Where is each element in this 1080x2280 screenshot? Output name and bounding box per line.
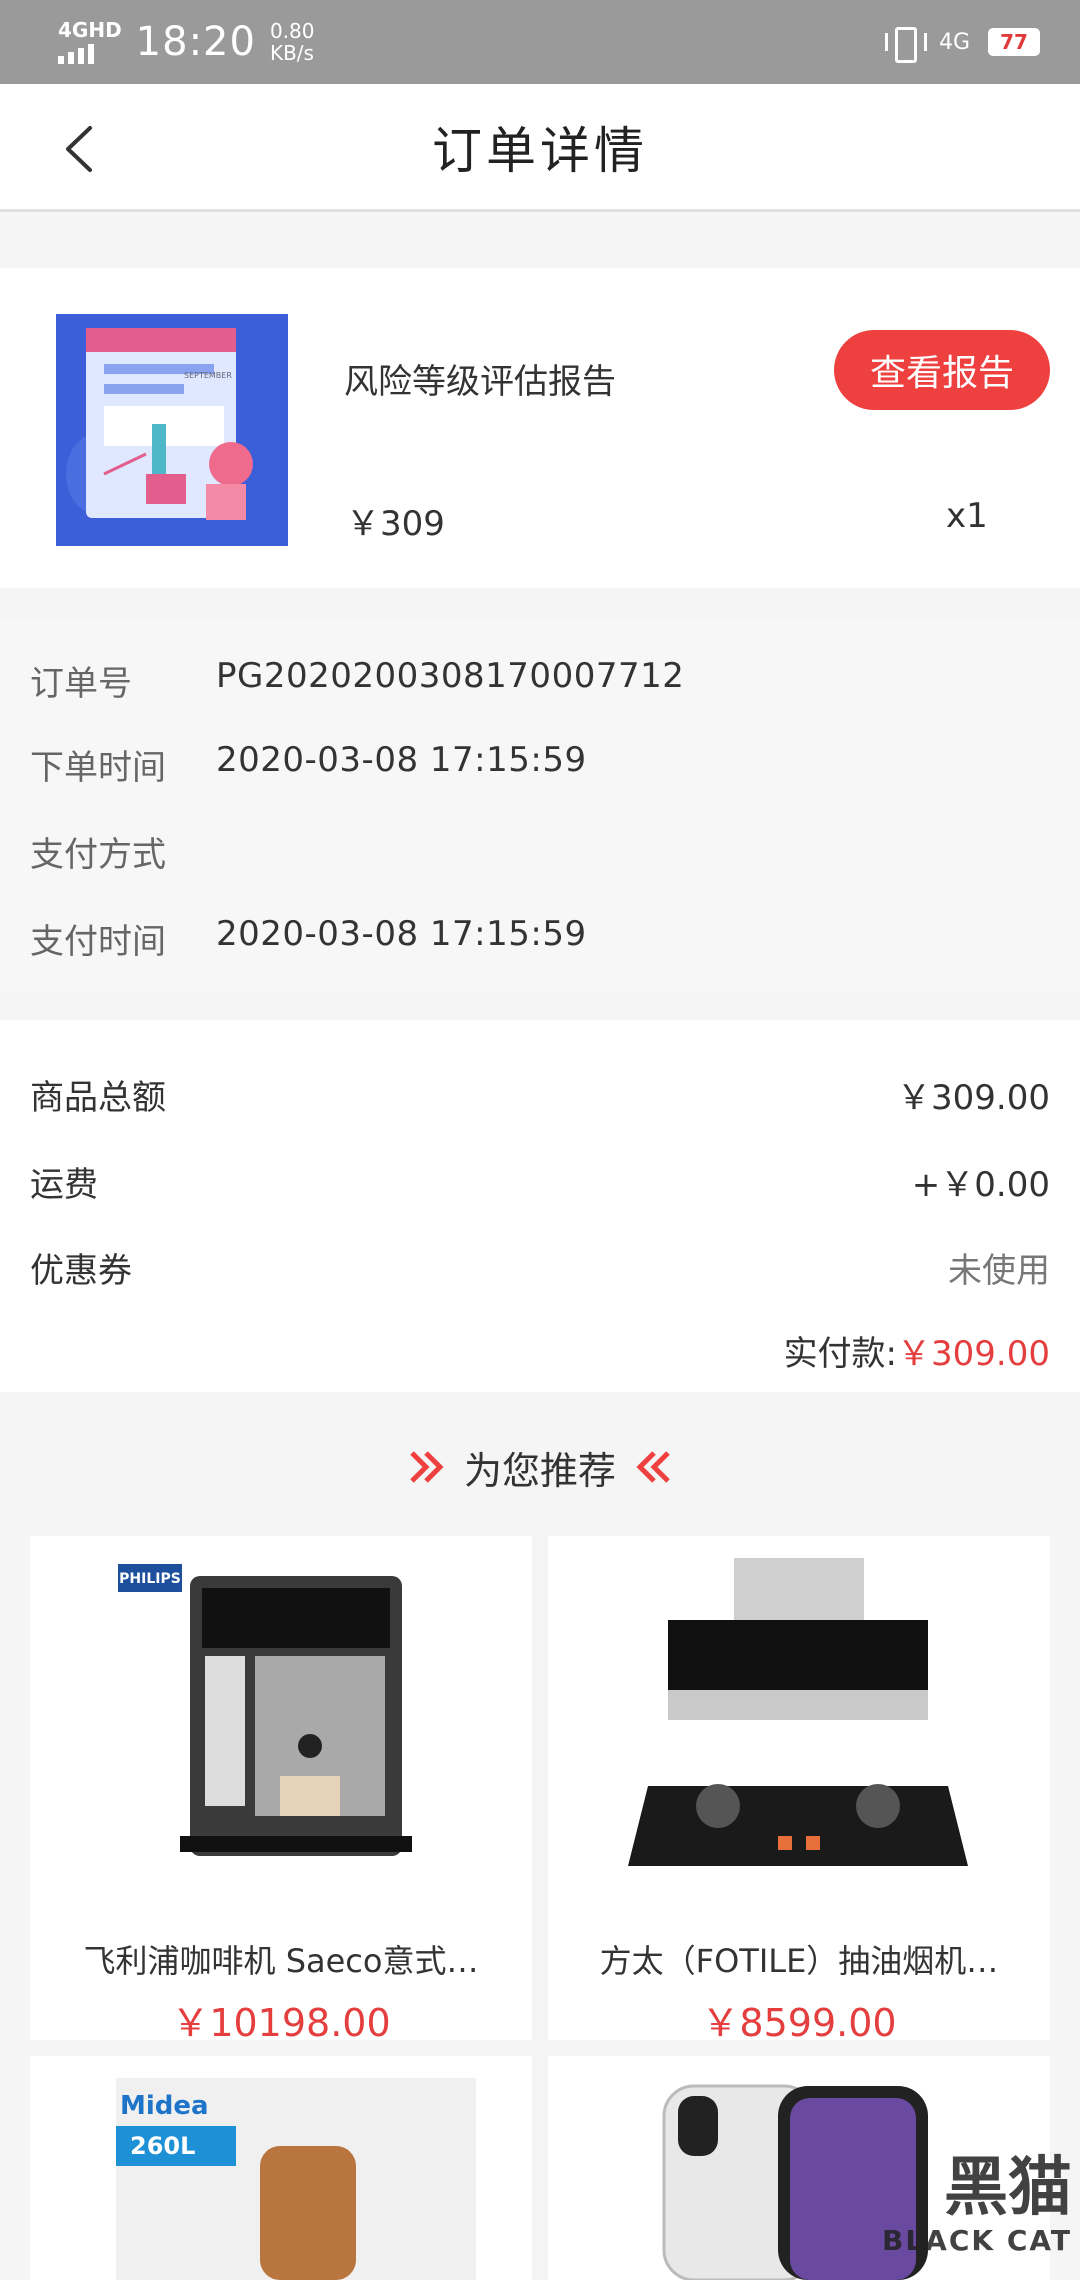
nav-bar: 订单详情 (0, 84, 1080, 212)
info-label: 下单时间 (30, 748, 166, 788)
battery-level: 77 (1000, 30, 1028, 54)
paid-value: ￥309.00 (897, 1334, 1050, 1374)
payment-time-row: 支付时间 2020-03-08 17:15:59 (30, 914, 587, 963)
order-time-row: 下单时间 2020-03-08 17:15:59 (30, 740, 587, 789)
report-illustration-icon: SEPTEMBER (56, 314, 288, 546)
view-report-button[interactable]: 查看报告 (834, 330, 1050, 410)
page-title: 订单详情 (432, 121, 648, 180)
chevron-left-icon[interactable] (56, 124, 106, 174)
recommend-item[interactable]: 方太（FOTILE）抽油烟机… ￥8599.00 (548, 1536, 1050, 2045)
info-label: 支付时间 (30, 922, 166, 962)
network-type: 4GHD (58, 18, 122, 42)
amount-label: 商品总额 (30, 1078, 166, 1118)
network-speed: 0.80 KB/s (270, 20, 315, 64)
watermark-logo: 黑猫 BLACK CAT (852, 2152, 1072, 2272)
order-time-value: 2020-03-08 17:15:59 (216, 740, 587, 780)
svg-text:SEPTEMBER: SEPTEMBER (184, 371, 232, 380)
recommend-title: 为您推荐 (463, 1448, 616, 1493)
order-number-row: 订单号 PG2020200308170007712 (30, 656, 684, 705)
water-heater-image: Midea 260L (30, 2056, 532, 2280)
payment-method-row: 支付方式 (30, 827, 216, 876)
product-price: ￥309 (346, 504, 445, 544)
paid-amount-row: 实付款:￥309.00 (784, 1326, 1050, 1375)
capacity-badge: 260L (130, 2132, 195, 2160)
battery-icon: 77 (988, 28, 1040, 56)
double-chevron-right-icon (410, 1451, 444, 1483)
product-card: SEPTEMBER (0, 268, 1080, 588)
order-number-value: PG2020200308170007712 (216, 656, 685, 696)
double-chevron-left-icon (636, 1451, 670, 1483)
vibrate-icon (884, 27, 927, 63)
status-bar: 4GHD 18:20 0.80 KB/s 4G 77 (0, 0, 1080, 84)
range-hood-image (548, 1536, 1050, 1896)
shipping-row: 运费 +￥0.00 (30, 1157, 1050, 1206)
product-quantity: x1 (946, 496, 988, 536)
goods-total-row: 商品总额 ￥309.00 (30, 1070, 1050, 1119)
product-title: 飞利浦咖啡机 Saeco意式… (83, 1942, 479, 1980)
signal-bars-icon (58, 44, 122, 64)
coupon-row: 优惠券 未使用 (30, 1243, 1050, 1292)
recommend-header: 为您推荐 (0, 1432, 1080, 1502)
product-title: 方太（FOTILE）抽油烟机… (599, 1942, 999, 1980)
product-name: 风险等级评估报告 (344, 362, 616, 402)
watermark-subtext: BLACK CAT (882, 2224, 1072, 2257)
product-thumbnail: SEPTEMBER (56, 314, 288, 546)
coupon-value: 未使用 (948, 1251, 1050, 1291)
product-price: ￥8599.00 (701, 2001, 897, 2045)
amount-label: 运费 (30, 1165, 98, 1205)
payment-time-value: 2020-03-08 17:15:59 (216, 914, 587, 954)
speed-unit: KB/s (269, 41, 314, 65)
product-price: ￥10198.00 (171, 2001, 391, 2045)
recommend-item[interactable]: Midea 260L (30, 2056, 532, 2280)
coffee-machine-image: PHILIPS (30, 1536, 532, 1896)
recommend-item[interactable]: PHILIPS 飞利浦咖啡机 Saeco意式… ￥10198.00 (30, 1536, 532, 2045)
shipping-value: +￥0.00 (911, 1165, 1050, 1205)
info-label: 订单号 (30, 664, 132, 704)
signal-indicator: 4GHD (58, 20, 122, 64)
watermark-text: 黑猫 (944, 2151, 1072, 2225)
brand-logo: Midea (120, 2091, 209, 2121)
amount-label: 优惠券 (30, 1251, 132, 1291)
brand-logo: PHILIPS (119, 1571, 181, 1587)
paid-label: 实付款: (783, 1334, 898, 1374)
clock: 18:20 (135, 19, 256, 65)
speed-value: 0.80 (269, 19, 315, 43)
info-label: 支付方式 (30, 835, 166, 875)
goods-total-value: ￥309.00 (897, 1078, 1050, 1118)
network-type-right: 4G (938, 29, 970, 55)
